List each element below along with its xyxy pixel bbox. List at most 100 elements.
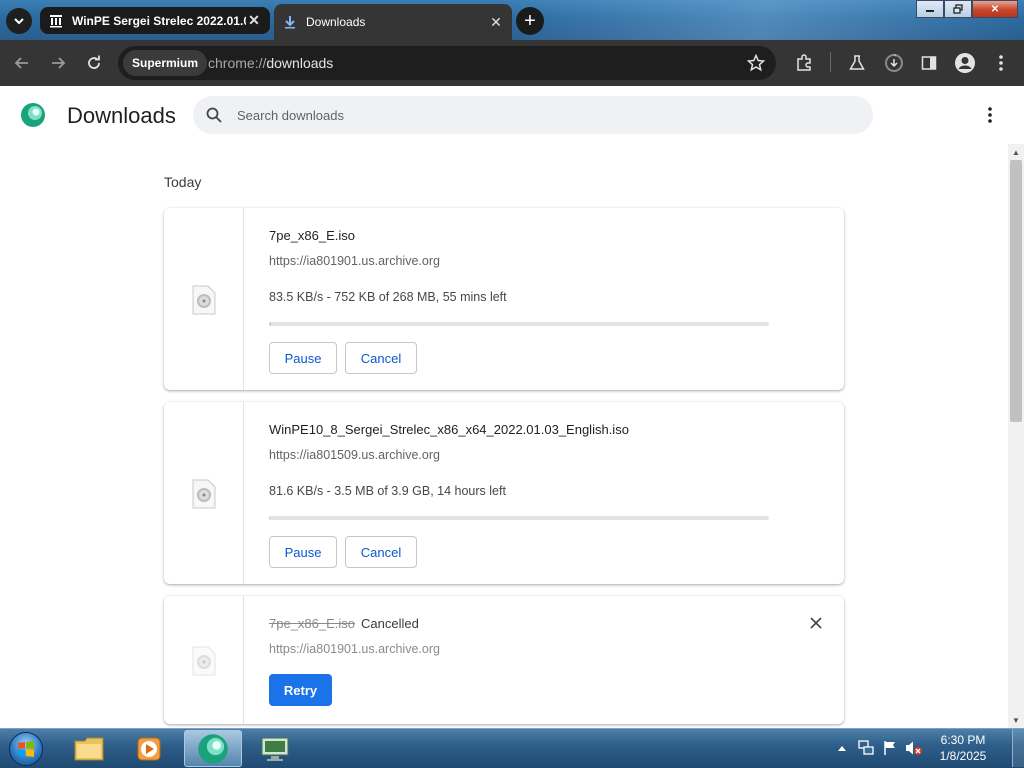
close-window-button[interactable]: ✕ <box>972 0 1018 18</box>
url-scheme: chrome:// <box>208 55 267 71</box>
progress-fill <box>269 516 270 520</box>
search-box[interactable] <box>193 96 873 134</box>
more-actions-icon[interactable] <box>980 105 1000 125</box>
download-item: 7pe_x86_E.iso https://ia801901.us.archiv… <box>164 208 844 390</box>
system-clock[interactable]: 6:30 PM 1/8/2025 <box>928 732 998 764</box>
download-progress-icon[interactable] <box>883 52 905 74</box>
action-center-flag-icon[interactable] <box>880 738 900 758</box>
new-tab-button[interactable]: + <box>516 7 544 35</box>
labs-flask-icon[interactable] <box>846 52 868 74</box>
show-desktop-button[interactable] <box>1012 729 1024 767</box>
scroll-up-icon[interactable]: ▲ <box>1008 144 1024 160</box>
download-item: WinPE10_8_Sergei_Strelec_x86_x64_2022.01… <box>164 402 844 584</box>
url-text[interactable]: chrome://downloads <box>208 55 333 71</box>
file-name[interactable]: 7pe_x86_E.iso <box>269 228 355 243</box>
search-icon <box>205 106 223 124</box>
tab-search-button[interactable] <box>6 8 32 34</box>
minimize-icon <box>926 10 934 12</box>
close-icon[interactable]: ✕ <box>246 12 262 29</box>
side-panel-icon[interactable] <box>918 52 940 74</box>
file-name[interactable]: 7pe_x86_E.iso <box>269 616 355 631</box>
status-badge: Cancelled <box>361 616 419 631</box>
address-bar[interactable]: Supermium chrome://downloads <box>118 46 776 80</box>
clock-date: 1/8/2025 <box>939 749 987 763</box>
download-status: 81.6 KB/s - 3.5 MB of 3.9 GB, 14 hours l… <box>269 484 506 498</box>
show-hidden-icons-icon[interactable] <box>832 738 852 758</box>
close-icon: ✕ <box>990 3 1000 15</box>
disc-image-file-icon <box>192 285 216 315</box>
supermium-logo-icon <box>198 733 228 764</box>
tab-winpe[interactable]: WinPE Sergei Strelec 2022.01.0 ✕ <box>40 7 270 34</box>
restore-button[interactable] <box>944 0 972 18</box>
page-scrollbar[interactable]: ▲ ▼ <box>1008 144 1024 728</box>
date-group-label: Today <box>164 174 202 190</box>
browser-toolbar: Supermium chrome://downloads <box>0 40 1024 86</box>
profile-avatar-icon[interactable] <box>954 52 976 74</box>
start-button[interactable] <box>6 731 46 767</box>
folder-icon <box>74 737 104 760</box>
close-icon[interactable]: ✕ <box>488 14 504 30</box>
scroll-down-icon[interactable]: ▼ <box>1008 712 1024 728</box>
search-input[interactable] <box>237 104 837 126</box>
taskbar-control-panel[interactable] <box>246 730 304 767</box>
restore-icon <box>953 4 963 14</box>
close-icon <box>810 617 822 629</box>
progress-bar <box>269 322 769 326</box>
reload-button[interactable] <box>82 51 106 75</box>
bookmark-star-icon[interactable] <box>746 53 766 73</box>
reload-icon <box>88 55 100 69</box>
tab-downloads[interactable]: Downloads ✕ <box>274 4 512 40</box>
arrow-right-icon <box>52 57 66 69</box>
forward-button[interactable] <box>46 51 70 75</box>
chevron-down-icon <box>14 18 24 25</box>
file-name[interactable]: WinPE10_8_Sergei_Strelec_x86_x64_2022.01… <box>269 422 629 437</box>
url-path: downloads <box>266 55 334 71</box>
remove-from-list-button[interactable] <box>806 613 826 633</box>
download-status: 83.5 KB/s - 752 KB of 268 MB, 55 mins le… <box>269 290 507 304</box>
media-player-icon <box>137 737 161 760</box>
taskbar-supermium[interactable] <box>184 730 242 767</box>
volume-muted-icon[interactable] <box>904 738 924 758</box>
window-controls: ✕ <box>916 0 1018 18</box>
back-button[interactable] <box>10 51 34 75</box>
retry-button[interactable]: Retry <box>269 674 332 706</box>
taskbar-media-player[interactable] <box>120 730 178 767</box>
minimize-button[interactable] <box>916 0 944 18</box>
taskbar-explorer[interactable] <box>60 730 118 767</box>
disc-image-file-icon <box>192 479 216 509</box>
file-source-url[interactable]: https://ia801509.us.archive.org <box>269 448 440 462</box>
progress-bar <box>269 516 769 520</box>
site-chip[interactable]: Supermium <box>123 50 208 76</box>
plus-icon: + <box>524 10 536 32</box>
pause-button[interactable]: Pause <box>269 536 337 568</box>
cancel-button[interactable]: Cancel <box>345 536 417 568</box>
progress-fill <box>269 322 271 326</box>
extensions-icon[interactable] <box>793 52 815 74</box>
file-source-url[interactable]: https://ia801901.us.archive.org <box>269 254 440 268</box>
clock-time: 6:30 PM <box>940 733 986 747</box>
computer-monitor-icon <box>261 737 289 761</box>
disc-image-file-icon <box>192 646 216 676</box>
pause-button[interactable]: Pause <box>269 342 337 374</box>
downloads-list: Today 7pe_x86_E.iso https://ia801901.us.… <box>0 144 1008 728</box>
tab-title: Downloads <box>306 15 366 29</box>
page-title: Downloads <box>67 103 176 128</box>
download-icon <box>282 14 298 30</box>
windows-logo-icon <box>9 732 43 766</box>
title-bar: WinPE Sergei Strelec 2022.01.0 ✕ Downloa… <box>0 0 1024 40</box>
browser-menu-icon[interactable] <box>990 52 1012 74</box>
tab-title: WinPE Sergei Strelec 2022.01.0 <box>72 13 246 28</box>
network-icon[interactable] <box>856 738 876 758</box>
file-source-url[interactable]: https://ia801901.us.archive.org <box>269 642 440 656</box>
download-item-cancelled: 7pe_x86_E.iso Cancelled https://ia801901… <box>164 596 844 724</box>
arrow-left-icon <box>14 57 28 69</box>
system-tray: 6:30 PM 1/8/2025 <box>832 729 1024 767</box>
supermium-logo-icon <box>20 102 46 128</box>
file-icon-column <box>164 402 244 584</box>
cancel-button[interactable]: Cancel <box>345 342 417 374</box>
file-icon-column <box>164 596 244 724</box>
scroll-thumb[interactable] <box>1010 160 1022 422</box>
file-icon-column <box>164 208 244 390</box>
archive-institution-icon <box>48 13 64 29</box>
taskbar: 6:30 PM 1/8/2025 <box>0 728 1024 768</box>
